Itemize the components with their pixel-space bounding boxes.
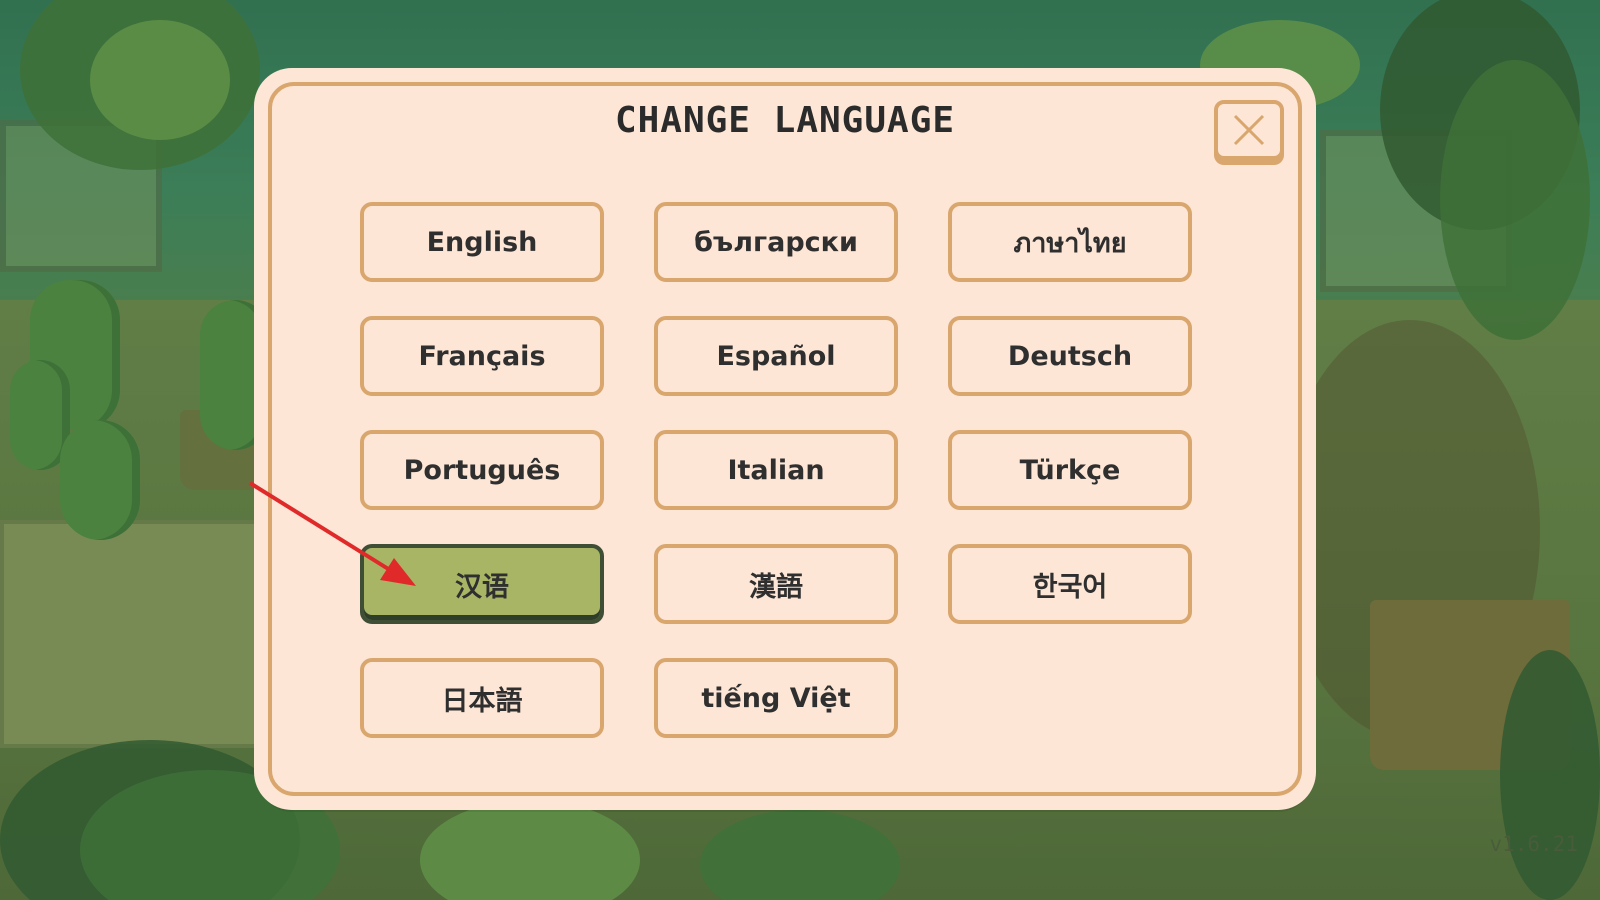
version-label: v1.6.21 xyxy=(1489,832,1578,856)
language-button-traditional-chinese[interactable]: 漢語 xyxy=(654,544,898,624)
language-label: English xyxy=(426,226,538,258)
language-label: 汉语 xyxy=(455,571,509,603)
language-button-thai[interactable]: ภาษาไทย xyxy=(948,202,1192,282)
language-label: tiếng Việt xyxy=(701,682,851,714)
language-label: Italian xyxy=(727,454,825,486)
language-label: Português xyxy=(403,454,561,486)
language-button-korean[interactable]: 한국어 xyxy=(948,544,1192,624)
language-label: Deutsch xyxy=(1007,340,1133,372)
language-label: 한국어 xyxy=(1032,571,1108,603)
language-button-vietnamese[interactable]: tiếng Việt xyxy=(654,658,898,738)
dialog-title: CHANGE LANGUAGE xyxy=(614,100,956,141)
language-button-german[interactable]: Deutsch xyxy=(948,316,1192,396)
game-screen: CHANGE LANGUAGE English български ภาษาไท… xyxy=(0,0,1600,900)
language-label: Türkçe xyxy=(1019,454,1121,486)
language-button-french[interactable]: Français xyxy=(360,316,604,396)
language-label: 日本語 xyxy=(441,685,523,717)
close-icon xyxy=(1233,114,1265,146)
language-button-english[interactable]: English xyxy=(360,202,604,282)
language-label: ภาษาไทย xyxy=(1013,227,1127,259)
language-label: Français xyxy=(418,340,546,372)
language-button-bulgarian[interactable]: български xyxy=(654,202,898,282)
language-button-japanese[interactable]: 日本語 xyxy=(360,658,604,738)
language-button-portuguese[interactable]: Português xyxy=(360,430,604,510)
language-button-spanish[interactable]: Español xyxy=(654,316,898,396)
language-label: български xyxy=(694,226,858,258)
language-grid: English български ภาษาไทย Français Españ… xyxy=(360,202,1192,738)
language-label: Español xyxy=(716,340,836,372)
language-button-turkish[interactable]: Türkçe xyxy=(948,430,1192,510)
language-button-simplified-chinese[interactable]: 汉语 xyxy=(360,544,604,624)
language-label: 漢語 xyxy=(749,571,803,603)
language-button-italian[interactable]: Italian xyxy=(654,430,898,510)
close-button[interactable] xyxy=(1214,100,1284,160)
change-language-dialog: CHANGE LANGUAGE English български ภาษาไท… xyxy=(258,72,1312,806)
